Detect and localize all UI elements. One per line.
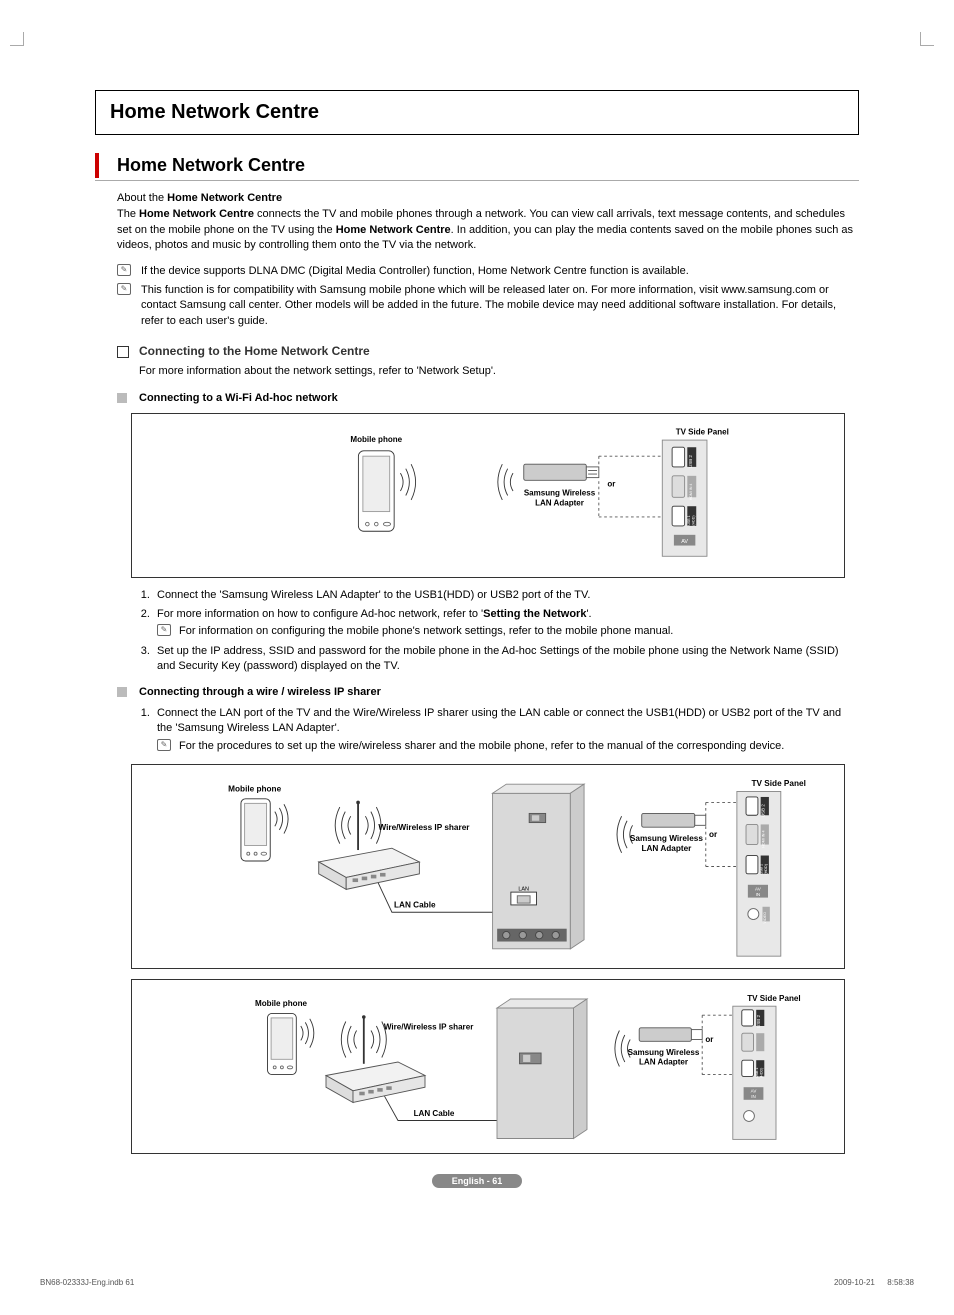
svg-text:IN: IN	[756, 892, 761, 897]
svg-text:USB 2: USB 2	[760, 804, 765, 818]
svg-text:Wire/Wireless IP sharer: Wire/Wireless IP sharer	[384, 1023, 474, 1032]
accent-bar	[95, 153, 99, 178]
note-item: ✎ If the device supports DLNA DMC (Digit…	[117, 264, 859, 279]
svg-text:USB 1: USB 1	[687, 515, 691, 525]
section-header: Home Network Centre	[95, 153, 859, 181]
note-icon: ✎	[117, 283, 131, 295]
svg-text:LAN Cable: LAN Cable	[394, 901, 436, 910]
page-title-box: Home Network Centre	[95, 90, 859, 135]
notes-list: ✎ If the device supports DLNA DMC (Digit…	[117, 264, 859, 330]
svg-text:(HDD): (HDD)	[760, 1068, 764, 1078]
label-mobile: Mobile phone	[350, 435, 402, 444]
label-adapter1: Samsung Wireless	[524, 488, 596, 497]
svg-text:USB 2: USB 2	[756, 1015, 761, 1029]
step-note: ✎ For information on configuring the mob…	[157, 624, 859, 639]
subsection-title: Connecting to the Home Network Centre	[139, 343, 370, 360]
note-icon: ✎	[157, 739, 171, 751]
svg-text:Mobile phone: Mobile phone	[228, 785, 281, 794]
svg-text:TV Side Panel: TV Side Panel	[747, 994, 800, 1003]
svg-text:AV: AV	[751, 1089, 757, 1094]
svg-text:LAN Adapter: LAN Adapter	[639, 1058, 689, 1067]
bullet-square-icon	[117, 687, 127, 697]
bullet-square-icon	[117, 393, 127, 403]
about-paragraph: The Home Network Centre connects the TV …	[117, 207, 859, 253]
svg-text:Wire/Wireless IP sharer: Wire/Wireless IP sharer	[378, 823, 470, 832]
subsection-desc: For more information about the network s…	[139, 364, 859, 379]
svg-text:VIDEO: VIDEO	[763, 912, 767, 924]
svg-text:HDMI IN 4: HDMI IN 4	[689, 483, 693, 500]
svg-text:LAN: LAN	[518, 887, 529, 893]
svg-text:Samsung Wireless: Samsung Wireless	[630, 834, 703, 843]
svg-text:(HDD): (HDD)	[691, 515, 695, 525]
adhoc-title: Connecting to a Wi-Fi Ad-hoc network	[139, 391, 338, 406]
ipsharer-diagram-2: Mobile phone Wire/Wireless IP sharer	[131, 979, 845, 1154]
svg-text:HDMI IN 4: HDMI IN 4	[761, 831, 765, 848]
svg-text:IN: IN	[751, 1094, 756, 1099]
svg-text:AV: AV	[755, 887, 762, 892]
svg-text:USB 1: USB 1	[760, 864, 764, 875]
svg-text:TV Side Panel: TV Side Panel	[752, 779, 806, 788]
ipsharer-steps: Connect the LAN port of the TV and the W…	[153, 706, 859, 754]
svg-text:LAN Adapter: LAN Adapter	[641, 844, 692, 853]
svg-text:USB 1: USB 1	[755, 1068, 759, 1078]
adhoc-steps: Connect the 'Samsung Wireless LAN Adapte…	[153, 588, 859, 675]
footer-right: 2009-10-21 8:58:38	[834, 1278, 914, 1287]
page-title: Home Network Centre	[110, 101, 844, 124]
svg-text:Samsung Wireless: Samsung Wireless	[628, 1048, 700, 1057]
section-title: Home Network Centre	[117, 153, 305, 178]
footer-left: BN68-02333J-Eng.indb 61	[40, 1278, 134, 1287]
step-item: Set up the IP address, SSID and password…	[153, 644, 859, 675]
checkbox-icon	[117, 346, 129, 358]
svg-text:AV: AV	[681, 539, 688, 545]
svg-text:or: or	[705, 1035, 714, 1044]
label-tvpanel: TV Side Panel	[676, 427, 729, 436]
step-item: Connect the 'Samsung Wireless LAN Adapte…	[153, 588, 859, 603]
label-adapter2: LAN Adapter	[535, 498, 584, 507]
svg-text:USB 2: USB 2	[688, 454, 693, 467]
page-number: English - 61	[432, 1174, 523, 1188]
svg-text:or: or	[709, 830, 718, 839]
svg-text:LAN Cable: LAN Cable	[414, 1109, 455, 1118]
step-note: ✎ For the procedures to set up the wire/…	[157, 739, 859, 754]
label-or: or	[607, 479, 615, 488]
step-item: For more information on how to configure…	[153, 607, 859, 640]
note-icon: ✎	[117, 264, 131, 276]
footer-line: BN68-02333J-Eng.indb 61 2009-10-21 8:58:…	[30, 1278, 924, 1287]
note-item: ✎ This function is for compatibility wit…	[117, 283, 859, 329]
ipsharer-diagram-1: Mobile phone Wire/Wireless I	[131, 764, 845, 969]
step-item: Connect the LAN port of the TV and the W…	[153, 706, 859, 754]
page-number-bar: English - 61	[95, 1174, 859, 1188]
svg-text:(HDD): (HDD)	[764, 864, 768, 874]
about-heading: About the Home Network Centre	[117, 191, 859, 206]
ipsharer-title: Connecting through a wire / wireless IP …	[139, 685, 381, 700]
svg-text:Mobile phone: Mobile phone	[255, 999, 308, 1008]
adhoc-diagram: Mobile phone Samsung Wireles	[131, 413, 845, 578]
note-icon: ✎	[157, 624, 171, 636]
